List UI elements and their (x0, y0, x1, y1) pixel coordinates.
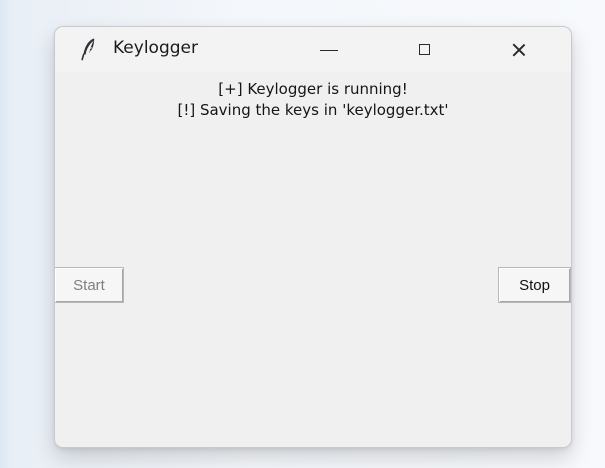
saving-status-label: [!] Saving the keys in 'keylogger.txt' (177, 101, 449, 119)
stop-button[interactable]: Stop (498, 267, 571, 303)
start-button[interactable]: Start (55, 267, 124, 303)
close-icon (509, 40, 529, 60)
close-button[interactable] (495, 27, 543, 72)
maximize-button[interactable] (400, 27, 448, 72)
maximize-icon (418, 44, 430, 55)
window-titlebar[interactable]: Keylogger (55, 27, 571, 72)
keylogger-window: Keylogger [+] Keylogger is running! [!] … (54, 26, 572, 448)
feather-icon (79, 37, 99, 61)
minimize-button[interactable] (305, 27, 353, 72)
running-status-label: [+] Keylogger is running! (218, 80, 408, 98)
window-content: [+] Keylogger is running! [!] Saving the… (55, 72, 571, 447)
desktop-background-edge (0, 0, 12, 468)
minimize-icon (320, 49, 338, 51)
window-title: Keylogger (113, 38, 198, 58)
